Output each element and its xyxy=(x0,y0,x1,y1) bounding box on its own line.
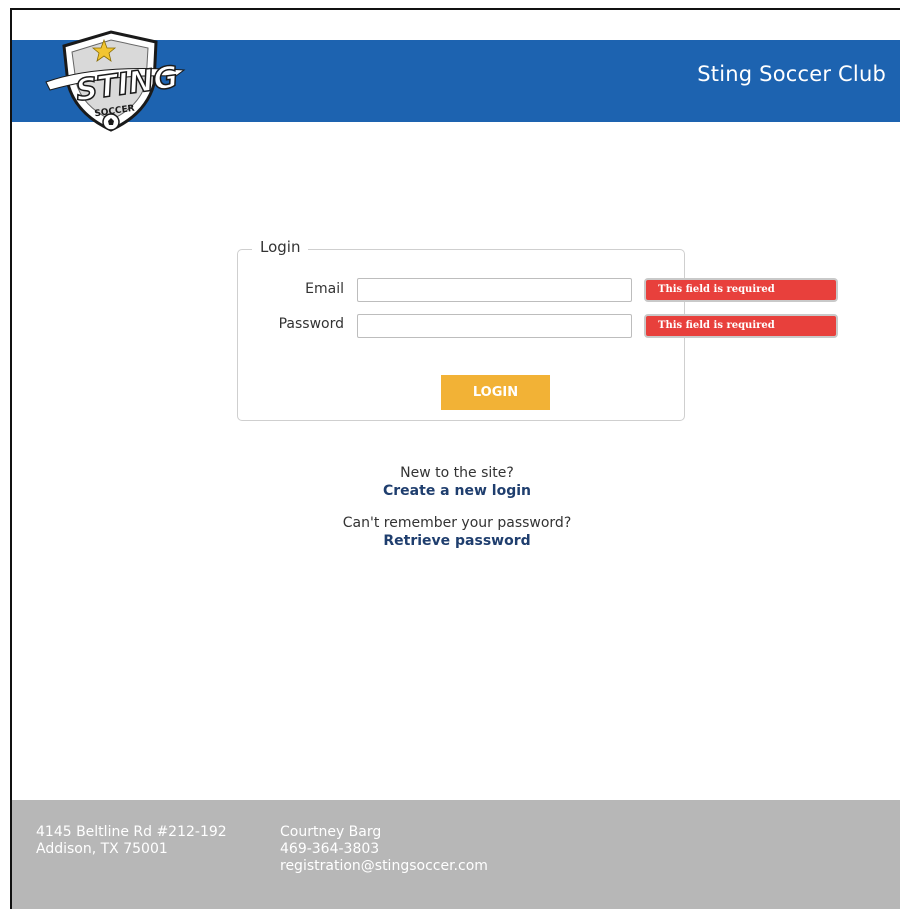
login-fieldset: Login Email This field is required Passw… xyxy=(237,238,838,421)
create-login-link[interactable]: Create a new login xyxy=(12,483,900,499)
address-line-2: Addison, TX 75001 xyxy=(36,841,168,857)
new-user-section: New to the site? Create a new login xyxy=(12,465,900,499)
retrieve-password-link[interactable]: Retrieve password xyxy=(12,533,900,549)
page-frame: STING SOCCER Sting Soccer Club Login Ema… xyxy=(10,8,900,909)
footer-contact: Courtney Barg 469-364-3803 registration@… xyxy=(280,824,488,875)
footer-address: 4145 Beltline Rd #212-192 Addison, TX 75… xyxy=(36,824,227,858)
sting-soccer-logo[interactable]: STING SOCCER xyxy=(36,24,186,136)
site-footer: 4145 Beltline Rd #212-192 Addison, TX 75… xyxy=(12,800,900,909)
login-button[interactable]: LOGIN xyxy=(441,375,550,410)
contact-name: Courtney Barg xyxy=(280,824,382,840)
email-label: Email xyxy=(305,281,344,297)
email-error-badge: This field is required xyxy=(644,278,838,302)
password-field[interactable] xyxy=(357,314,632,338)
password-error-badge: This field is required xyxy=(644,314,838,338)
site-title: Sting Soccer Club xyxy=(697,62,886,86)
address-line-1: 4145 Beltline Rd #212-192 xyxy=(36,824,227,840)
new-user-prompt: New to the site? xyxy=(400,465,514,481)
password-label: Password xyxy=(278,316,344,332)
forgot-password-section: Can't remember your password? Retrieve p… xyxy=(12,515,900,549)
contact-email[interactable]: registration@stingsoccer.com xyxy=(280,858,488,875)
site-header: STING SOCCER Sting Soccer Club xyxy=(12,30,900,132)
forgot-password-prompt: Can't remember your password? xyxy=(342,515,572,531)
email-field[interactable] xyxy=(357,278,632,302)
contact-phone: 469-364-3803 xyxy=(280,841,380,857)
login-legend: Login xyxy=(252,238,309,256)
